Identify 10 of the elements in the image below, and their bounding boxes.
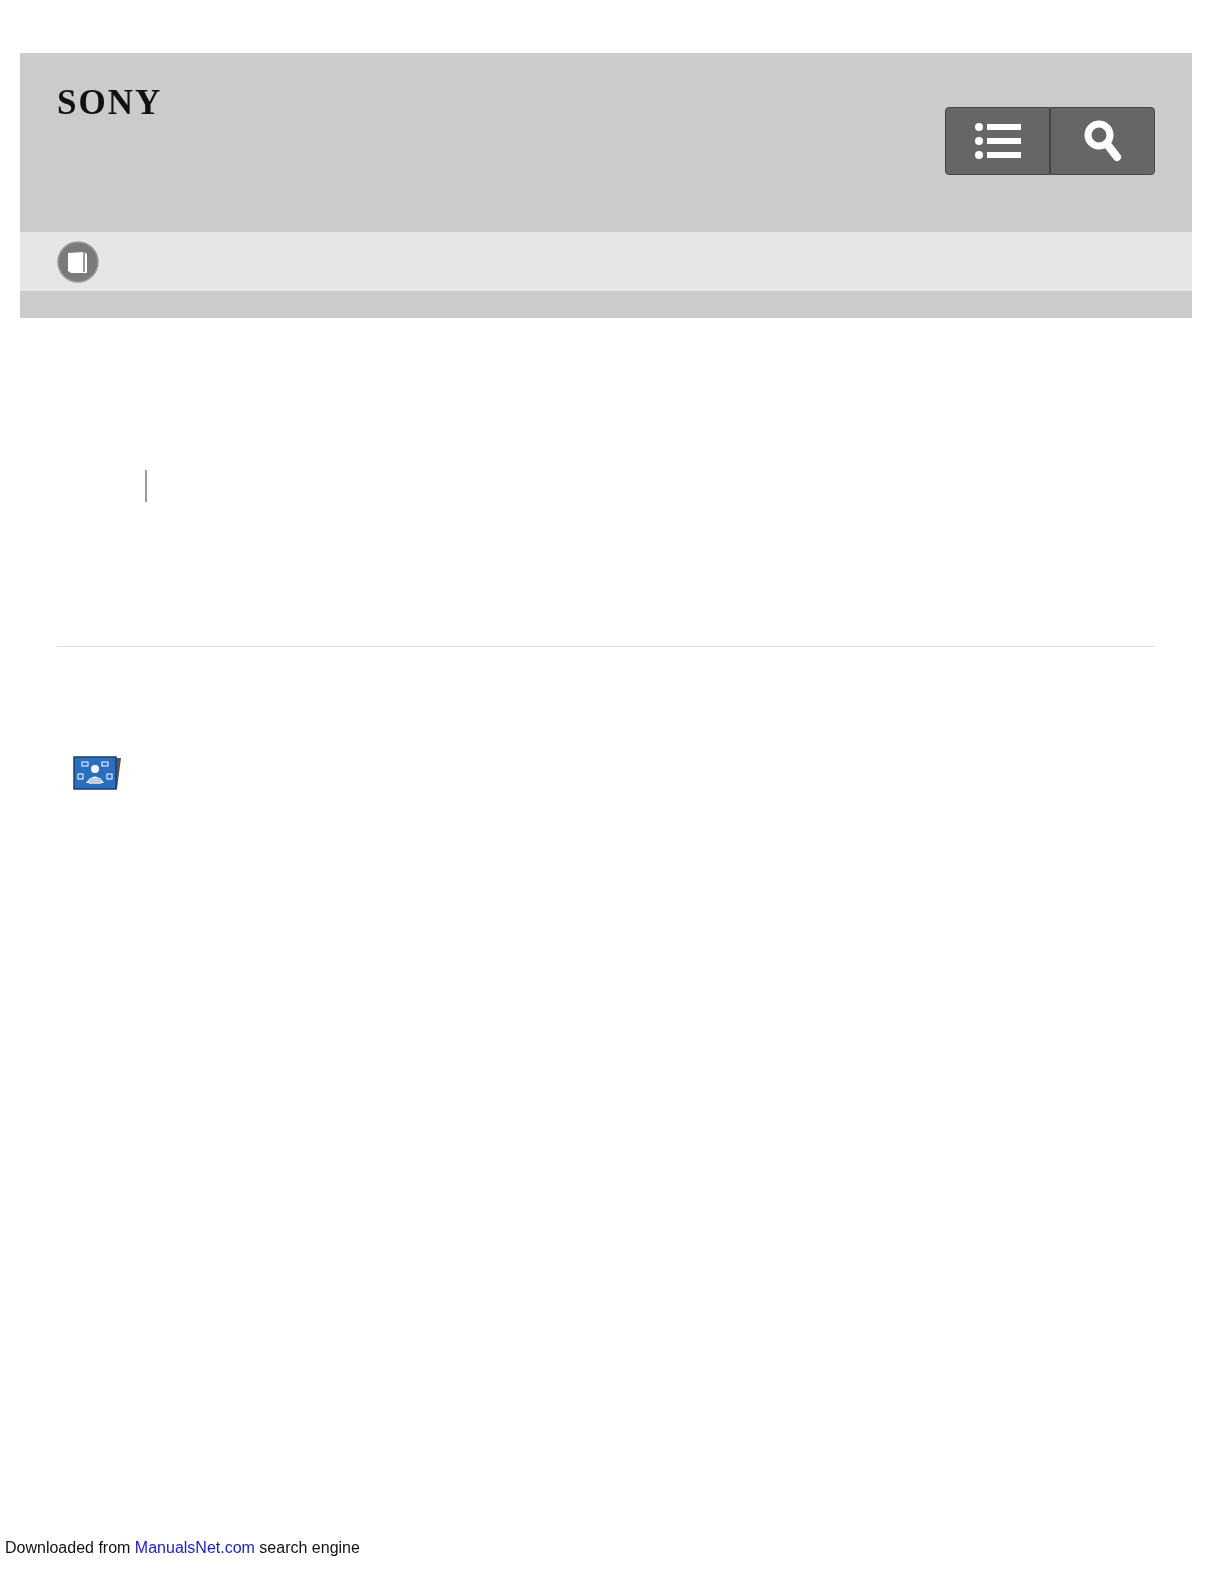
search-icon — [1083, 120, 1122, 162]
list-icon — [974, 123, 1021, 159]
menu-button[interactable] — [945, 107, 1050, 175]
footer-text: search engine — [259, 1539, 360, 1556]
brand-logo[interactable]: SONY — [57, 83, 163, 123]
search-button[interactable] — [1050, 107, 1155, 175]
footer-text: Downloaded from — [5, 1539, 131, 1556]
book-icon[interactable] — [57, 240, 99, 283]
source-link[interactable]: ManualsNet.com — [134, 1539, 255, 1556]
guide-icon — [73, 756, 121, 790]
